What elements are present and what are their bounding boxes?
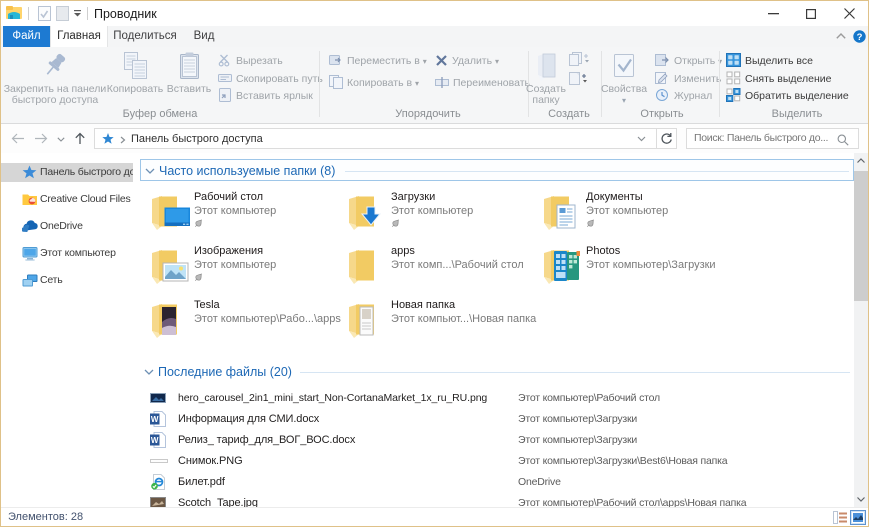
svg-text:W: W: [151, 436, 159, 445]
svg-text:?: ?: [857, 32, 863, 43]
svg-text:W: W: [151, 415, 159, 424]
